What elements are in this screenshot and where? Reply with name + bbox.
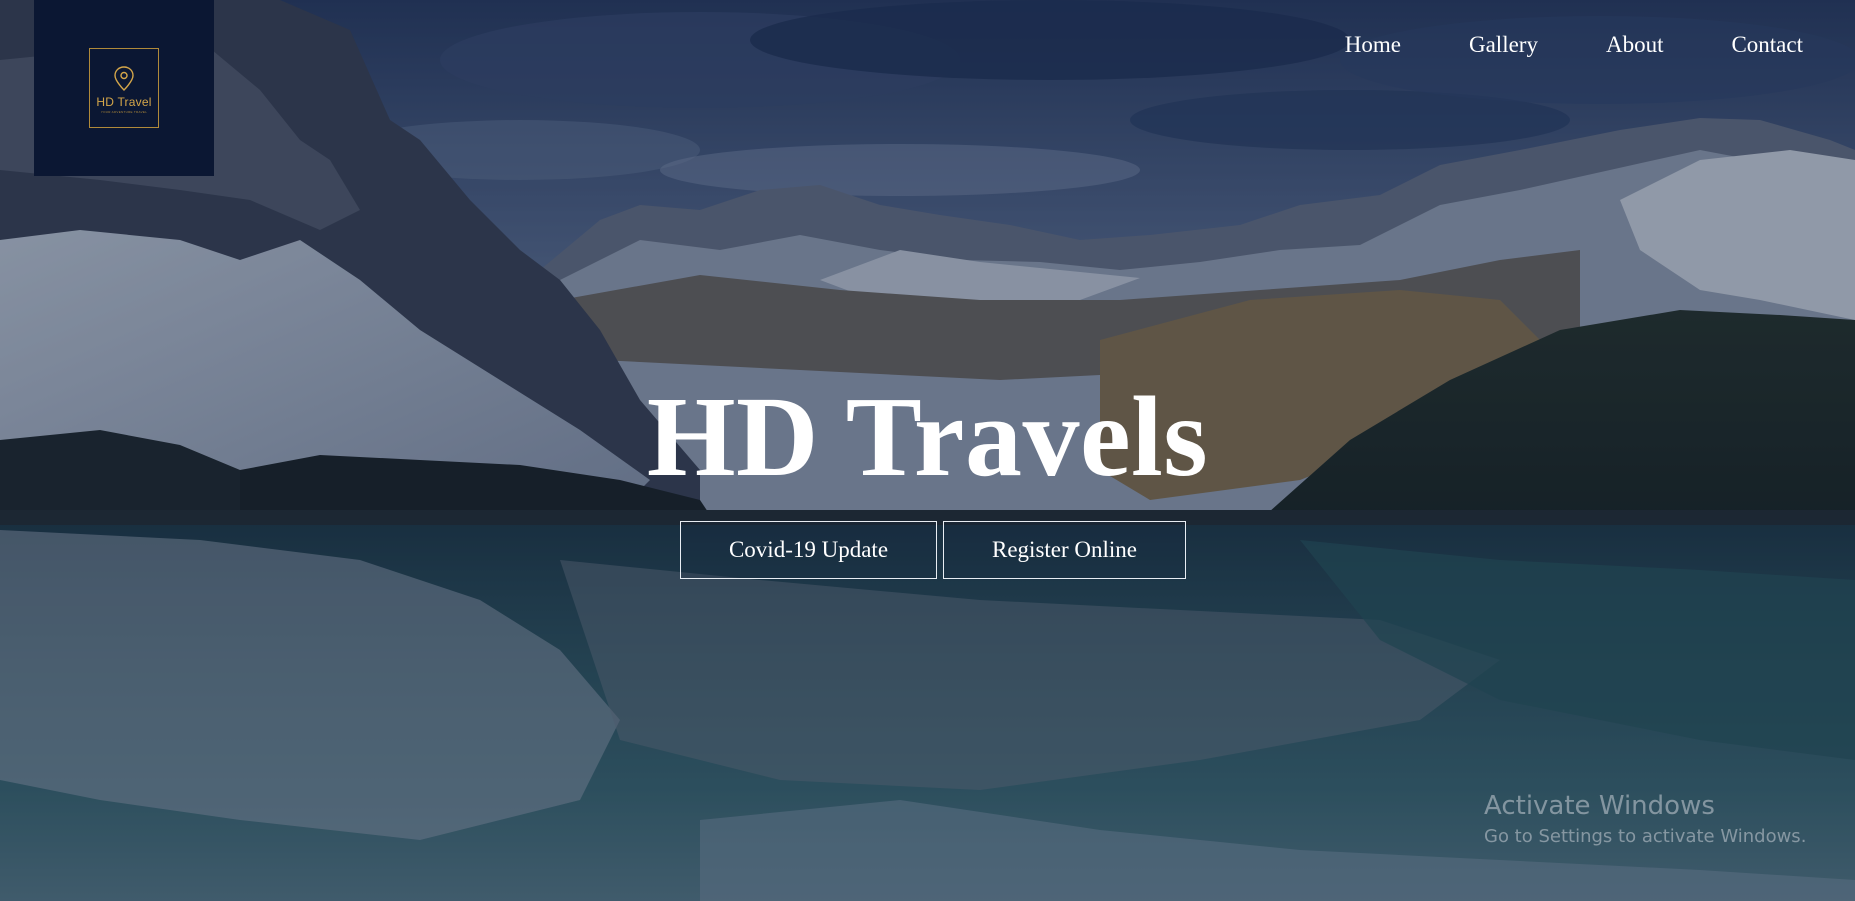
nav-link-contact[interactable]: Contact bbox=[1731, 32, 1803, 58]
hero-section: HD Travel YOUR ADVENTURE TRAVEL Home Gal… bbox=[0, 0, 1855, 901]
watermark-subtitle: Go to Settings to activate Windows. bbox=[1484, 826, 1807, 848]
logo[interactable]: HD Travel YOUR ADVENTURE TRAVEL bbox=[34, 0, 214, 176]
logo-tagline: YOUR ADVENTURE TRAVEL bbox=[100, 110, 148, 114]
windows-activation-watermark: Activate Windows Go to Settings to activ… bbox=[1484, 791, 1806, 847]
covid-update-button[interactable]: Covid-19 Update bbox=[680, 521, 937, 579]
logo-frame: HD Travel YOUR ADVENTURE TRAVEL bbox=[89, 48, 159, 128]
nav-link-gallery[interactable]: Gallery bbox=[1469, 32, 1538, 58]
hero-title: HD Travels bbox=[646, 373, 1209, 500]
register-online-button[interactable]: Register Online bbox=[943, 521, 1186, 579]
logo-name: HD Travel bbox=[96, 95, 152, 109]
nav-link-about[interactable]: About bbox=[1606, 32, 1664, 58]
watermark-title: Activate Windows bbox=[1484, 791, 1715, 821]
hero-buttons: Covid-19 Update Register Online bbox=[680, 521, 1186, 579]
main-nav: Home Gallery About Contact bbox=[1345, 32, 1803, 58]
map-pin-icon bbox=[114, 66, 134, 91]
nav-link-home[interactable]: Home bbox=[1345, 32, 1401, 58]
